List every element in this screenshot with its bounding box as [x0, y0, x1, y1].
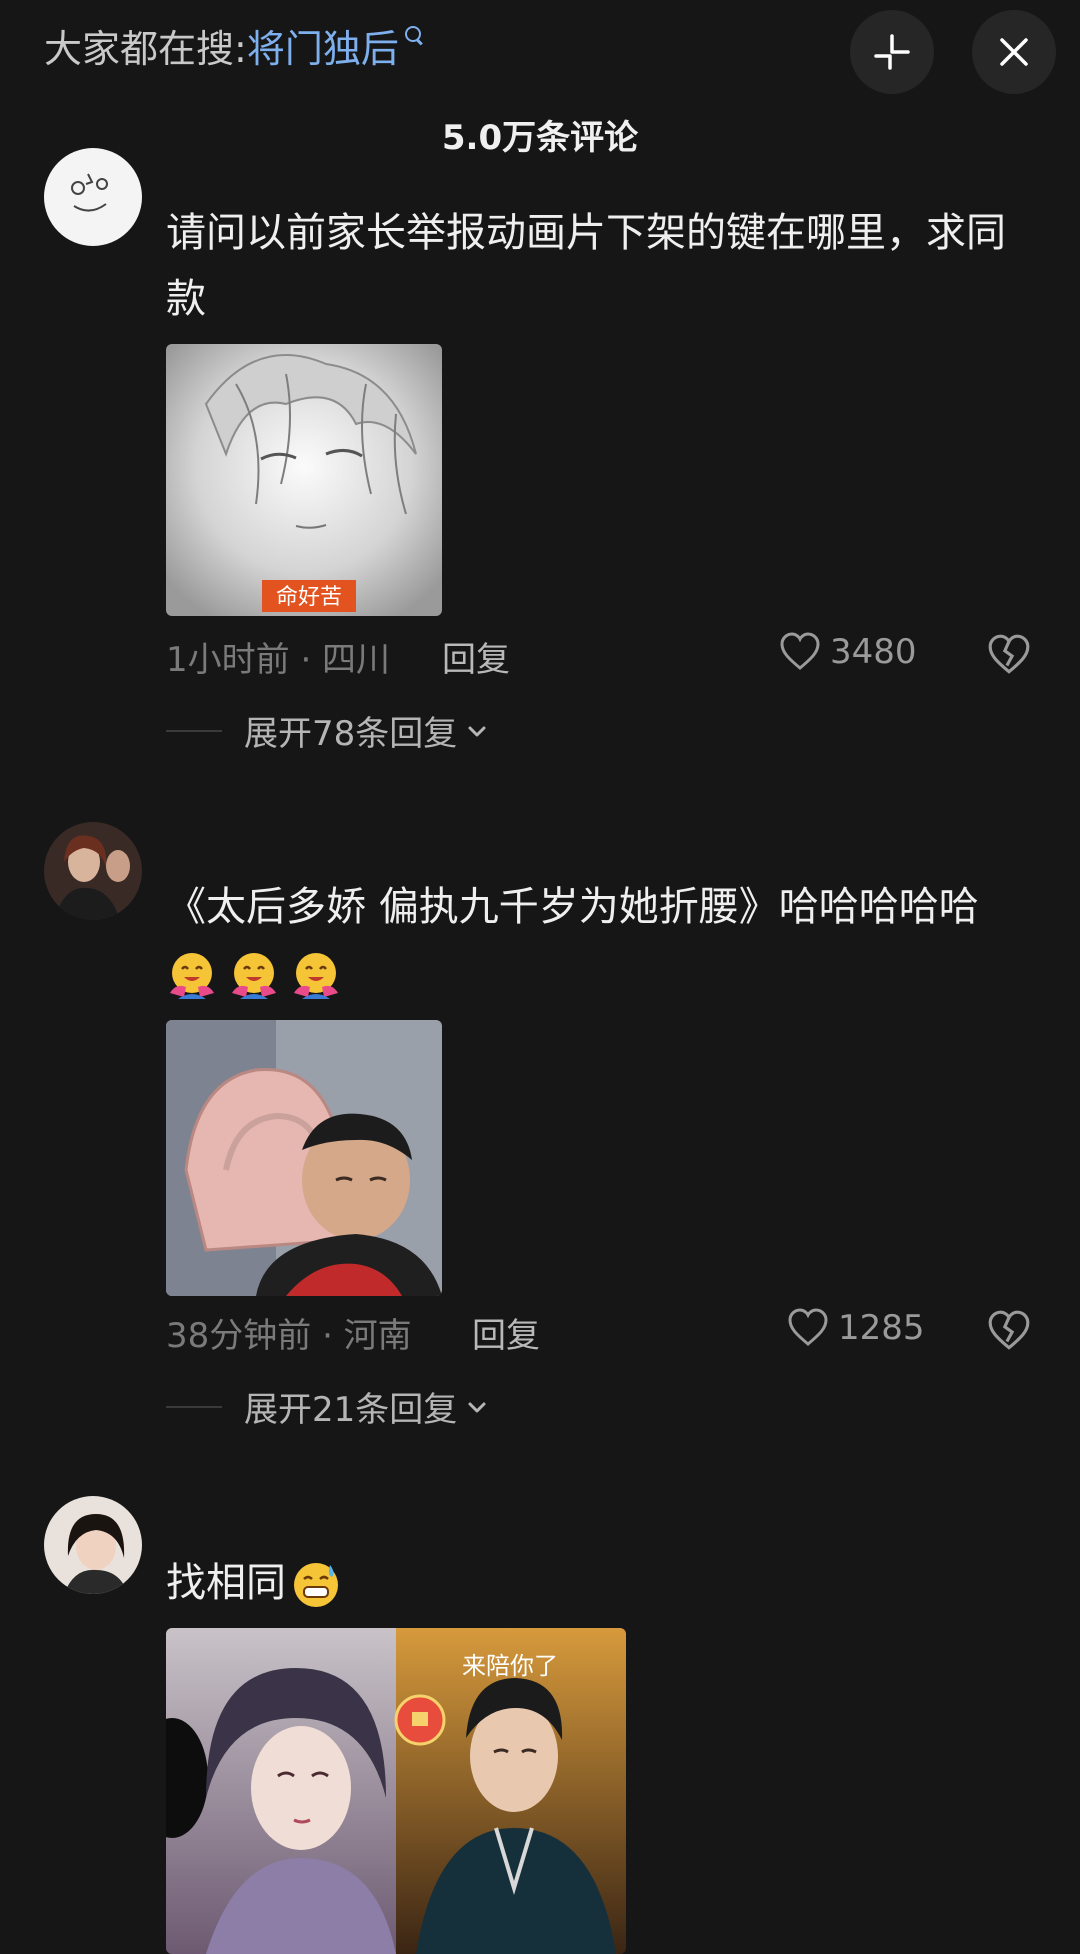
hugging-face-emoji — [170, 953, 214, 999]
reply-button[interactable]: 回复 — [442, 632, 510, 681]
search-suggestion[interactable]: 大家都在搜:将门独后 — [44, 18, 425, 73]
heart-icon — [780, 632, 820, 670]
hugging-face-emoji — [232, 953, 276, 999]
avatar[interactable] — [44, 148, 142, 246]
avatar[interactable] — [44, 822, 142, 920]
comment-time-location: 1小时前 · 四川 — [166, 640, 391, 680]
comment-count: 5.0万条评论 — [441, 118, 639, 158]
comment-text-body: 找相同 — [166, 1560, 286, 1606]
search-prefix: 大家都在搜: — [44, 27, 247, 71]
comment-text: 《太后多娇 偏执九千岁为她折腰》哈哈哈哈哈 — [166, 874, 1036, 1006]
like-count: 1285 — [838, 1308, 925, 1348]
comment-time-location: 38分钟前 · 河南 — [166, 1316, 412, 1356]
image-caption: 命好苦 — [276, 585, 342, 610]
divider-line — [166, 1405, 222, 1408]
dislike-button[interactable] — [986, 632, 1032, 678]
comment-image[interactable]: 来陪你了 — [166, 1628, 626, 1954]
image-caption: 来陪你了 — [462, 1652, 558, 1680]
grinning-sweat-emoji — [294, 1563, 338, 1607]
comment-text: 找相同 — [166, 1550, 1036, 1616]
search-icon — [403, 24, 425, 46]
search-keyword[interactable]: 将门独后 — [247, 27, 399, 71]
expand-replies[interactable]: 展开78条回复 — [166, 706, 489, 755]
divider-line — [166, 729, 222, 732]
comment-text-body: 《太后多娇 偏执九千岁为她折腰》哈哈哈哈哈 — [166, 884, 979, 930]
close-icon — [1000, 38, 1028, 66]
reply-button[interactable]: 回复 — [472, 1308, 540, 1357]
dislike-button[interactable] — [986, 1308, 1032, 1354]
comment-text: 请问以前家长举报动画片下架的键在哪里，求同款 — [166, 210, 1006, 322]
expand-label: 展开78条回复 — [244, 714, 458, 754]
like-count: 3480 — [830, 632, 917, 672]
expand-label: 展开21条回复 — [244, 1390, 458, 1430]
broken-heart-icon — [988, 634, 1030, 674]
broken-heart-icon — [988, 1310, 1030, 1350]
chevron-down-icon — [468, 726, 486, 736]
close-button[interactable] — [972, 10, 1056, 94]
chevron-down-icon — [468, 1402, 486, 1412]
comment-image[interactable] — [166, 1020, 442, 1296]
collapse-icon — [874, 34, 910, 70]
like-button[interactable]: 1285 — [786, 1306, 925, 1350]
collapse-button[interactable] — [850, 10, 934, 94]
top-bar: 大家都在搜:将门独后 — [0, 0, 1080, 94]
heart-icon — [788, 1308, 828, 1346]
avatar[interactable] — [44, 1496, 142, 1594]
like-button[interactable]: 3480 — [778, 630, 917, 674]
comment-image[interactable]: 命好苦 — [166, 344, 442, 616]
hugging-face-emoji — [294, 953, 338, 999]
expand-replies[interactable]: 展开21条回复 — [166, 1382, 489, 1431]
